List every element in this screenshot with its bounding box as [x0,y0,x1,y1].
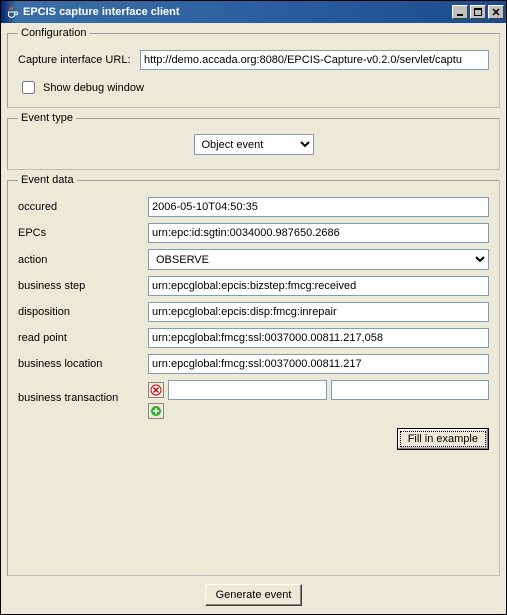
readpoint-input[interactable] [148,328,489,348]
java-icon [5,5,19,19]
bizlocation-input[interactable] [148,354,489,374]
epcs-label: EPCs [18,227,148,239]
bizstep-label: business step [18,280,148,292]
biztx-input-2[interactable] [331,380,490,400]
bizlocation-row: business location [18,354,489,374]
readpoint-row: read point [18,328,489,348]
epcs-input[interactable] [148,223,489,243]
content-area: Configuration Capture interface URL: Sho… [1,23,506,614]
action-select[interactable]: OBSERVE [148,249,489,270]
eventtype-group: Event type Object event [7,112,500,170]
close-button[interactable] [488,5,504,19]
eventdata-legend: Event data [18,174,77,186]
disposition-input[interactable] [148,302,489,322]
debug-checkbox-row[interactable]: Show debug window [18,78,489,97]
remove-biztx-button[interactable] [148,382,164,398]
configuration-group: Configuration Capture interface URL: Sho… [7,27,500,108]
action-row: action OBSERVE [18,249,489,270]
readpoint-label: read point [18,332,148,344]
capture-url-input[interactable] [140,50,489,70]
bizstep-row: business step [18,276,489,296]
fill-example-button[interactable]: Fill in example [397,428,489,450]
bizlocation-label: business location [18,358,148,370]
eventtype-select[interactable]: Object event [194,134,314,155]
epcs-row: EPCs [18,223,489,243]
occured-label: occured [18,201,148,213]
window-title: EPCIS capture interface client [23,6,452,18]
maximize-button[interactable] [470,5,486,19]
configuration-legend: Configuration [18,27,89,39]
disposition-row: disposition [18,302,489,322]
capture-url-row: Capture interface URL: [18,50,489,70]
biztx-row: business transaction [18,380,489,419]
capture-url-label: Capture interface URL: [18,54,140,66]
bizstep-input[interactable] [148,276,489,296]
titlebar-buttons [452,5,504,19]
biztx-label: business transaction [18,380,148,404]
generate-event-button[interactable]: Generate event [205,584,303,606]
eventdata-group: Event data occured EPCs action OBSERVE b… [7,174,500,576]
minimize-button[interactable] [452,5,468,19]
action-label: action [18,254,148,266]
add-icon [150,405,162,417]
add-biztx-button[interactable] [148,403,164,419]
remove-icon [150,384,162,396]
debug-checkbox-label: Show debug window [43,82,144,94]
biztx-input-1[interactable] [168,380,327,400]
debug-checkbox[interactable] [22,81,35,94]
titlebar[interactable]: EPCIS capture interface client [1,1,506,23]
occured-input[interactable] [148,197,489,217]
app-window: EPCIS capture interface client Configura… [0,0,507,615]
occured-row: occured [18,197,489,217]
disposition-label: disposition [18,306,148,318]
eventtype-legend: Event type [18,112,76,124]
